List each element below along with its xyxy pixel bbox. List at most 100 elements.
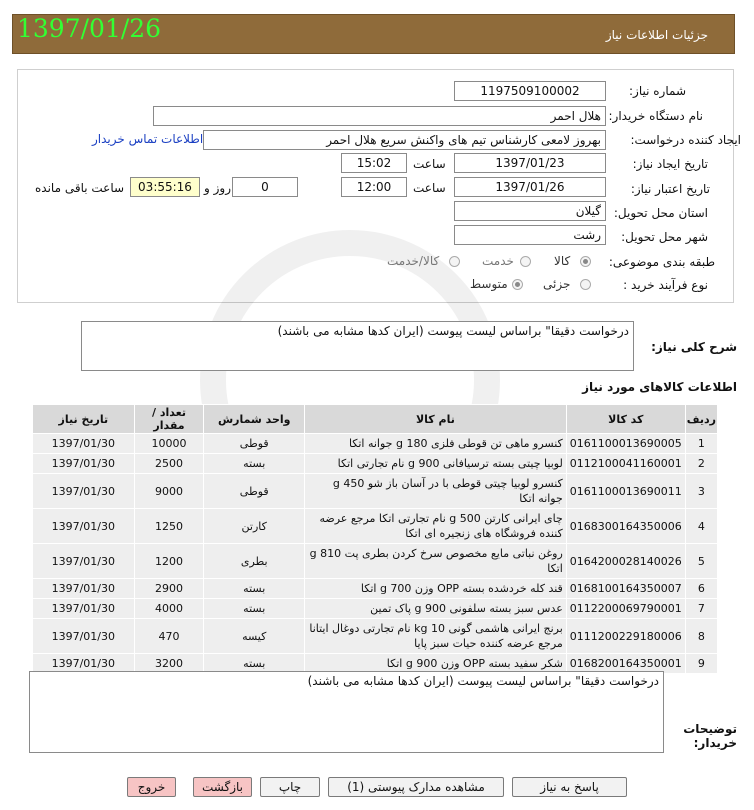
cell-need-date: 1397/01/30: [32, 543, 135, 579]
header-date: 1397/01/26: [17, 14, 162, 43]
cell-need-date: 1397/01/30: [32, 453, 135, 474]
category-option-goods-service: کالا/خدمت: [387, 254, 440, 268]
need-number-field: 1197509100002: [454, 81, 606, 101]
items-table: ردیف کد کالا نام کالا واحد شمارش تعداد /…: [32, 404, 719, 674]
remaining-label: ساعت باقی مانده: [35, 181, 125, 195]
cell-item-code: 0168300164350006: [565, 508, 686, 544]
col-header-quantity: تعداد / مقدار: [133, 404, 205, 434]
summary-label: شرح کلی نیاز:: [651, 340, 737, 354]
cell-quantity: 10000: [133, 433, 205, 454]
need-number-label: شماره نیاز:: [629, 84, 686, 98]
creator-label: ایجاد کننده درخواست:: [630, 133, 741, 147]
created-time-label: ساعت: [413, 157, 446, 171]
buyer-notes-label: توضیحات خریدار:: [683, 722, 737, 750]
contact-info-link[interactable]: اطلاعات تماس خریدار: [92, 132, 203, 146]
table-header-row: ردیف کد کالا نام کالا واحد شمارش تعداد /…: [32, 404, 719, 434]
created-time-field: 15:02: [341, 153, 407, 173]
table-row: 2 0112100041160001 لوبیا چیتی بسته ترسیا…: [32, 453, 719, 474]
cell-unit: بطری: [203, 543, 306, 579]
created-date-field: 1397/01/23: [454, 153, 606, 173]
category-label: طبقه بندی موضوعی:: [608, 255, 715, 269]
cell-quantity: 4000: [133, 598, 205, 619]
cell-item-code: 0161100013690011: [565, 473, 686, 509]
cell-need-date: 1397/01/30: [32, 598, 135, 619]
cell-need-date: 1397/01/30: [32, 618, 135, 654]
back-button[interactable]: بازگشت: [193, 777, 252, 797]
reply-button[interactable]: پاسخ به نیاز: [512, 777, 627, 797]
cell-item-name: قند کله خردشده بسته OPP وزن 700 g اتکا: [304, 578, 567, 599]
col-header-item-name: نام کالا: [304, 404, 567, 434]
category-option-goods: کالا: [554, 254, 571, 268]
summary-textarea: درخواست دقیقا" براساس لیست پیوست (ایران …: [81, 321, 634, 371]
valid-time-label: ساعت: [413, 181, 446, 195]
city-label: شهر محل تحویل:: [621, 230, 708, 244]
cell-need-date: 1397/01/30: [32, 578, 135, 599]
cell-row-number: 7: [684, 598, 719, 619]
cell-item-name: عدس سبز بسته سلفونی 900 g پاک تمین: [304, 598, 567, 619]
cell-item-code: 0168100164350007: [565, 578, 686, 599]
page-header: 1397/01/26 جزئیات اطلاعات نیاز: [12, 14, 735, 54]
remaining-time-field: 03:55:16: [130, 177, 200, 197]
cell-unit: قوطی: [203, 433, 306, 454]
process-option-medium: متوسط: [470, 277, 508, 291]
cell-item-name: برنج ایرانی هاشمی گونی 10 kg نام تجارتی …: [304, 618, 567, 654]
cell-item-code: 0112100041160001: [565, 453, 686, 474]
cell-item-code: 0161100013690005: [565, 433, 686, 454]
view-attachments-button[interactable]: مشاهده مدارک پیوستی (1): [328, 777, 504, 797]
cell-row-number: 3: [684, 473, 719, 509]
cell-row-number: 5: [684, 543, 719, 579]
category-radio-goods-service[interactable]: [449, 256, 460, 267]
exit-button[interactable]: خروج: [127, 777, 176, 797]
cell-quantity: 2900: [133, 578, 205, 599]
process-label: نوع فرآیند خرید :: [623, 278, 708, 292]
cell-unit: بسته: [203, 453, 306, 474]
buyer-org-field: هلال احمر: [153, 106, 606, 126]
cell-item-name: چای ایرانی کارتن 500 g نام تجارتی اتکا م…: [304, 508, 567, 544]
table-row: 1 0161100013690005 کنسرو ماهی تن قوطی فل…: [32, 433, 719, 454]
province-field: گیلان: [454, 201, 606, 221]
table-row: 5 0164200028140026 روغن نباتی مایع مخصوص…: [32, 543, 719, 579]
city-field: رشت: [454, 225, 606, 245]
cell-row-number: 4: [684, 508, 719, 544]
cell-need-date: 1397/01/30: [32, 433, 135, 454]
cell-quantity: 1200: [133, 543, 205, 579]
process-option-minor: جزئی: [543, 277, 571, 291]
cell-need-date: 1397/01/30: [32, 473, 135, 509]
cell-row-number: 8: [684, 618, 719, 654]
category-option-service: خدمت: [482, 254, 514, 268]
days-label: روز و: [204, 181, 231, 195]
table-row: 6 0168100164350007 قند کله خردشده بسته O…: [32, 578, 719, 599]
cell-unit: کیسه: [203, 618, 306, 654]
col-header-need-date: تاریخ نیاز: [32, 404, 135, 434]
table-row: 3 0161100013690011 کنسرو لوبیا چیتی قوطی…: [32, 473, 719, 509]
cell-item-name: روغن نباتی مایع مخصوص سرخ کردن بطری پت 8…: [304, 543, 567, 579]
col-header-row-number: ردیف: [684, 404, 719, 434]
process-radio-minor[interactable]: [580, 279, 591, 290]
cell-row-number: 1: [684, 433, 719, 454]
cell-row-number: 6: [684, 578, 719, 599]
table-row: 4 0168300164350006 چای ایرانی کارتن 500 …: [32, 508, 719, 544]
col-header-unit: واحد شمارش: [203, 404, 306, 434]
cell-quantity: 2500: [133, 453, 205, 474]
cell-row-number: 9: [684, 653, 719, 674]
cell-item-code: 0112200069790001: [565, 598, 686, 619]
header-title: جزئیات اطلاعات نیاز: [605, 28, 708, 42]
province-label: استان محل تحویل:: [613, 206, 708, 220]
cell-unit: بسته: [203, 578, 306, 599]
items-section-title: اطلاعات کالاهای مورد نیاز: [582, 380, 737, 394]
buyer-notes-textarea: درخواست دقیقا" براساس لیست پیوست (ایران …: [29, 671, 664, 753]
cell-item-code: 0164200028140026: [565, 543, 686, 579]
category-radio-service[interactable]: [520, 256, 531, 267]
print-button[interactable]: چاپ: [260, 777, 320, 797]
cell-row-number: 2: [684, 453, 719, 474]
cell-quantity: 470: [133, 618, 205, 654]
created-date-label: تاریخ ایجاد نیاز:: [632, 157, 708, 171]
cell-need-date: 1397/01/30: [32, 508, 135, 544]
cell-item-name: کنسرو ماهی تن قوطی فلزی 180 g جوانه اتکا: [304, 433, 567, 454]
cell-quantity: 9000: [133, 473, 205, 509]
category-radio-goods[interactable]: [580, 256, 591, 267]
table-row: 8 0111200229180006 برنج ایرانی هاشمی گون…: [32, 618, 719, 654]
valid-date-label: تاریخ اعتبار نیاز:: [630, 182, 710, 196]
process-radio-medium[interactable]: [512, 279, 523, 290]
col-header-item-code: کد کالا: [565, 404, 686, 434]
